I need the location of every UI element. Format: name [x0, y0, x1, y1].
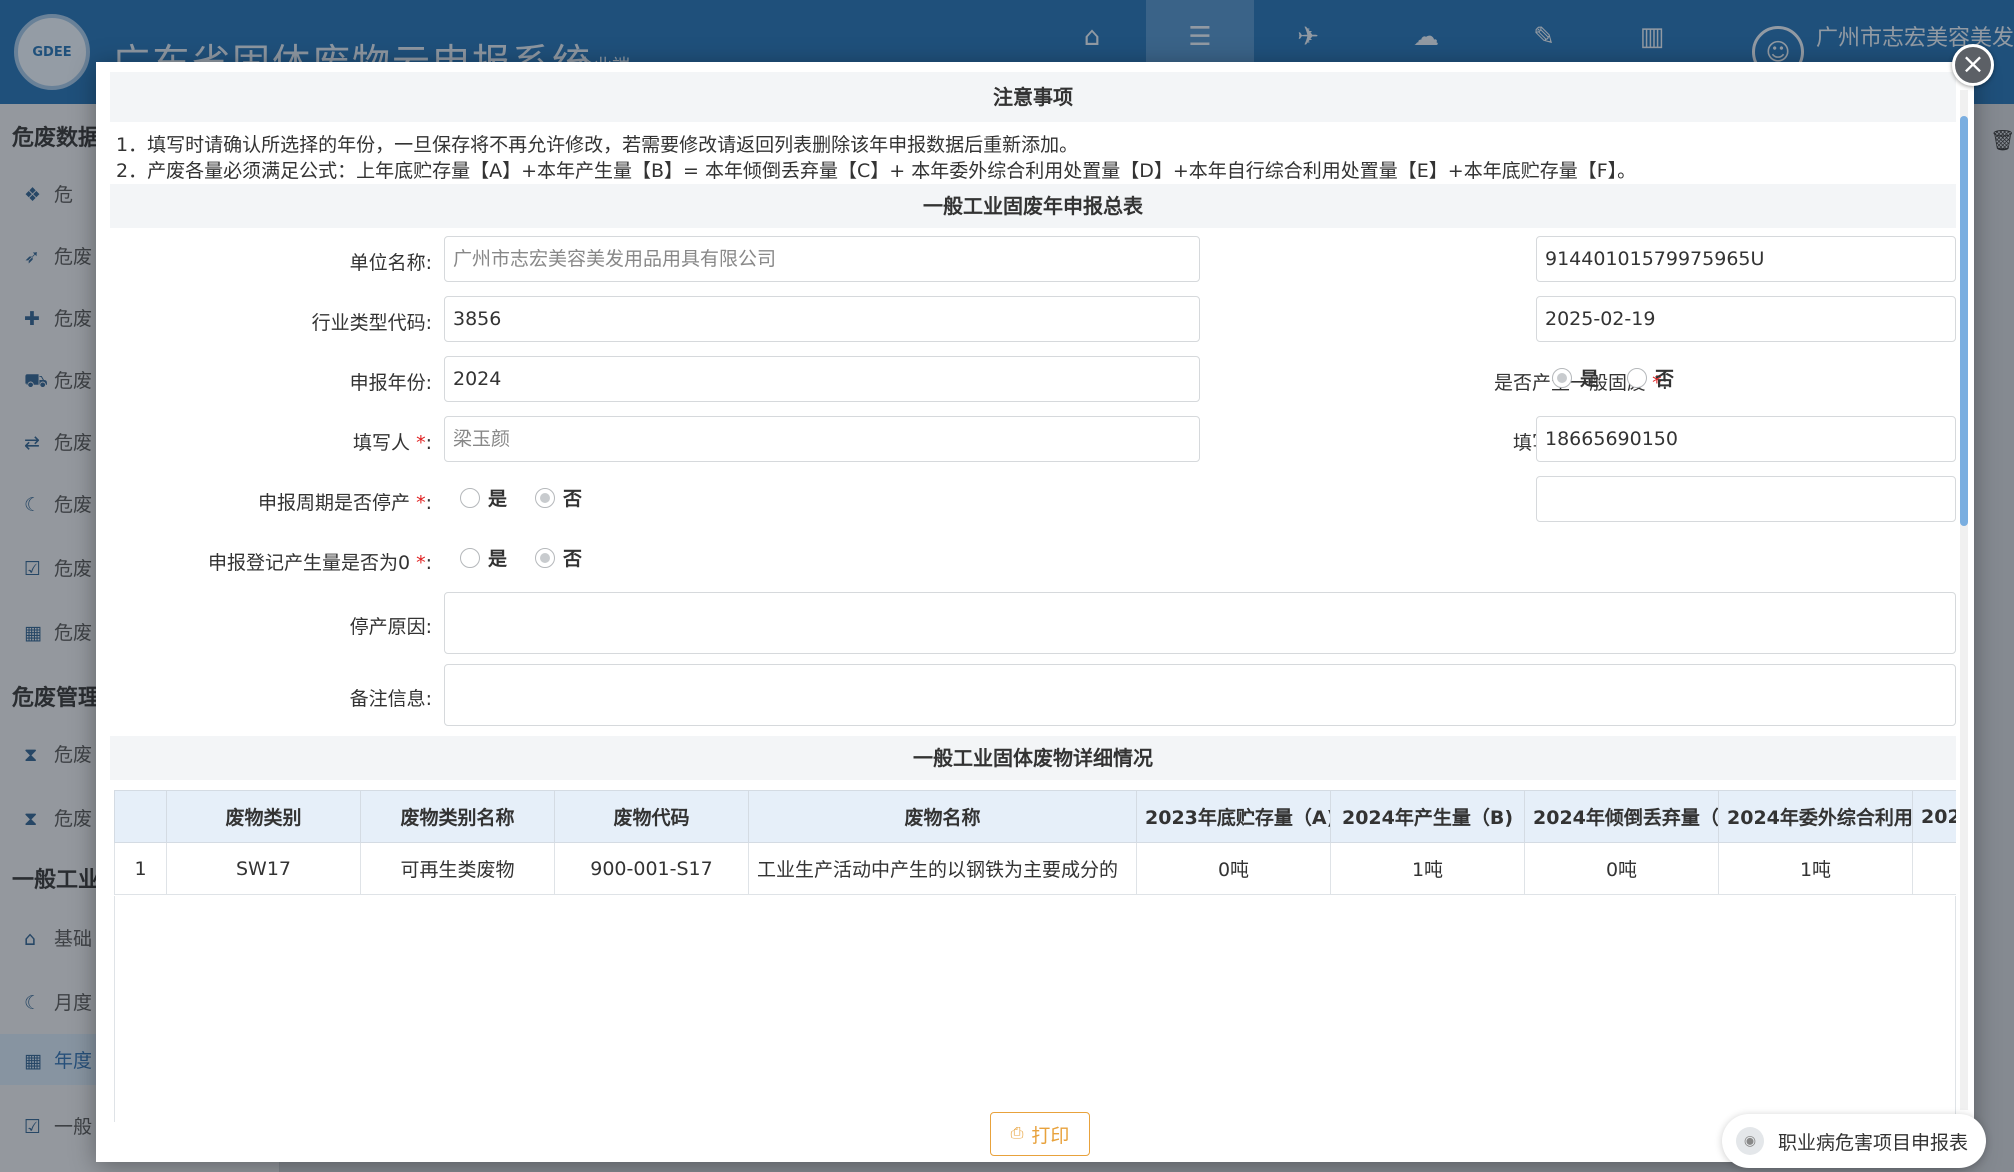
radio-unselected[interactable] [1627, 367, 1648, 388]
unit-cert-field[interactable]: 91440101579975965U [1536, 236, 1956, 282]
table-header[interactable]: 废物名称 [748, 790, 1137, 843]
produce-general-no[interactable]: 否 [1627, 364, 1674, 391]
period-stop-label: 申报周期是否停产 *: [110, 488, 432, 515]
detail-title: 一般工业固体废物详细情况 [110, 736, 1956, 780]
table-cell: 1 [114, 842, 167, 895]
produce-general-radio-group: 是 否 [1552, 364, 1702, 391]
table-header [114, 790, 167, 843]
label-colon: : [425, 432, 432, 454]
print-button[interactable]: ⎙ 打印 [990, 1112, 1090, 1156]
produce-general-yes[interactable]: 是 [1552, 364, 1599, 391]
filler-label-text: 填写人 [353, 432, 411, 454]
radio-label: 否 [563, 488, 583, 510]
table-header[interactable]: 废物类别名称 [360, 790, 555, 843]
table-cell: 可再生类废物 [360, 842, 555, 895]
period-stop-radio-group: 是 否 [460, 484, 610, 511]
modal-content: 注意事项 1．填写时请确认所选择的年份，一旦保存将不再允许修改，若需要修改请返回… [110, 72, 1956, 1122]
print-icon: ⎙ [1010, 1125, 1024, 1142]
table-header[interactable]: 2023年底贮存量（A) [1136, 790, 1331, 843]
period-stop-label-text: 申报周期是否停产 [258, 492, 411, 514]
table-cell: 0吨 [1136, 842, 1331, 895]
radio-unselected[interactable] [460, 547, 480, 568]
print-button-label: 打印 [1031, 1125, 1070, 1147]
filler-phone-field[interactable]: 18665690150 [1536, 416, 1956, 462]
radio-selected[interactable] [535, 487, 556, 508]
stop-time-field[interactable] [1536, 476, 1956, 522]
waste-detail-table: 废物类别 废物类别名称 废物代码 废物名称 2023年底贮存量（A) 2024年… [114, 790, 1956, 895]
report-year-field[interactable]: 2024 [444, 356, 1200, 402]
required-mark: * [416, 492, 426, 514]
notice-title: 注意事项 [110, 72, 1956, 122]
period-stop-yes[interactable]: 是 [460, 484, 507, 511]
table-header[interactable]: 2024年委外综合利用 [1718, 790, 1913, 843]
filler-label: 填写人 *: [110, 428, 432, 455]
table-header[interactable]: 废物类别 [166, 790, 361, 843]
notice-line: 2．产废各量必须满足公式：上年底贮存量【A】+本年产生量【B】= 本年倾倒丢弃量… [116, 160, 1637, 182]
table-cell [1912, 842, 1956, 895]
radio-unselected[interactable] [460, 487, 480, 508]
table-empty-area [114, 896, 1956, 1122]
table-header[interactable]: 2024年倾倒丢弃量（( [1524, 790, 1719, 843]
chip-label: 职业病危害项目申报表 [1778, 1131, 1969, 1154]
table-cell: 1吨 [1330, 842, 1525, 895]
table-row[interactable]: 1 SW17 可再生类废物 900-001-S17 工业生产活动中产生的以钢铁为… [114, 842, 1956, 895]
radio-label: 否 [563, 548, 583, 570]
table-header[interactable]: 废物代码 [554, 790, 749, 843]
stop-reason-textarea[interactable] [444, 592, 1956, 654]
industry-code-label: 行业类型代码: [311, 312, 432, 334]
radio-selected[interactable] [1552, 367, 1572, 388]
zero-output-yes[interactable]: 是 [460, 544, 507, 571]
unit-name-label: 单位名称: [349, 252, 432, 274]
radio-label: 是 [1580, 368, 1600, 390]
report-year-label: 申报年份: [349, 372, 432, 394]
table-cell: 0吨 [1524, 842, 1719, 895]
report-time-field[interactable]: 2025-02-19 [1536, 296, 1956, 342]
table-cell: 工业生产活动中产生的以钢铁为主要成分的 [748, 842, 1137, 895]
notice-line: 1．填写时请确认所选择的年份，一旦保存将不再允许修改，若需要修改请返回列表删除该… [116, 134, 1079, 156]
stop-reason-label: 停产原因: [349, 616, 432, 638]
unit-name-field[interactable]: 广州市志宏美容美发用品用具有限公司 [444, 236, 1200, 282]
zero-output-no[interactable]: 否 [535, 544, 582, 571]
table-header-row: 废物类别 废物类别名称 废物代码 废物名称 2023年底贮存量（A) 2024年… [114, 790, 1956, 843]
radio-label: 是 [488, 488, 508, 510]
label-colon: : [425, 552, 432, 574]
required-mark: * [416, 432, 426, 454]
zero-output-label-text: 申报登记产生量是否为0 [207, 552, 411, 574]
label-colon: : [425, 492, 432, 514]
table-header[interactable]: 202 [1912, 790, 1956, 843]
table-header[interactable]: 2024年产生量（B) [1330, 790, 1525, 843]
radio-label: 否 [1655, 368, 1675, 390]
radio-label: 是 [488, 548, 508, 570]
filler-field[interactable]: 梁玉颜 [444, 416, 1200, 462]
radio-selected[interactable] [535, 547, 556, 568]
industry-code-field[interactable]: 3856 [444, 296, 1200, 342]
required-mark: * [416, 552, 426, 574]
remark-textarea[interactable] [444, 664, 1956, 726]
occupational-hazard-chip[interactable]: ◉ 职业病危害项目申报表 [1722, 1114, 1986, 1168]
report-modal: 注意事项 1．填写时请确认所选择的年份，一旦保存将不再允许修改，若需要修改请返回… [96, 62, 1974, 1162]
zero-output-radio-group: 是 否 [460, 544, 610, 571]
summary-title: 一般工业固废年申报总表 [110, 184, 1956, 228]
zero-output-label: 申报登记产生量是否为0 *: [110, 548, 432, 575]
modal-scrollbar-thumb[interactable] [1960, 116, 1968, 526]
chip-icon: ◉ [1736, 1127, 1764, 1155]
remark-label: 备注信息: [349, 688, 432, 710]
period-stop-no[interactable]: 否 [535, 484, 582, 511]
table-cell: 1吨 [1718, 842, 1913, 895]
table-cell: 900-001-S17 [554, 842, 749, 895]
table-cell: SW17 [166, 842, 361, 895]
close-icon[interactable]: × [1952, 44, 1994, 86]
